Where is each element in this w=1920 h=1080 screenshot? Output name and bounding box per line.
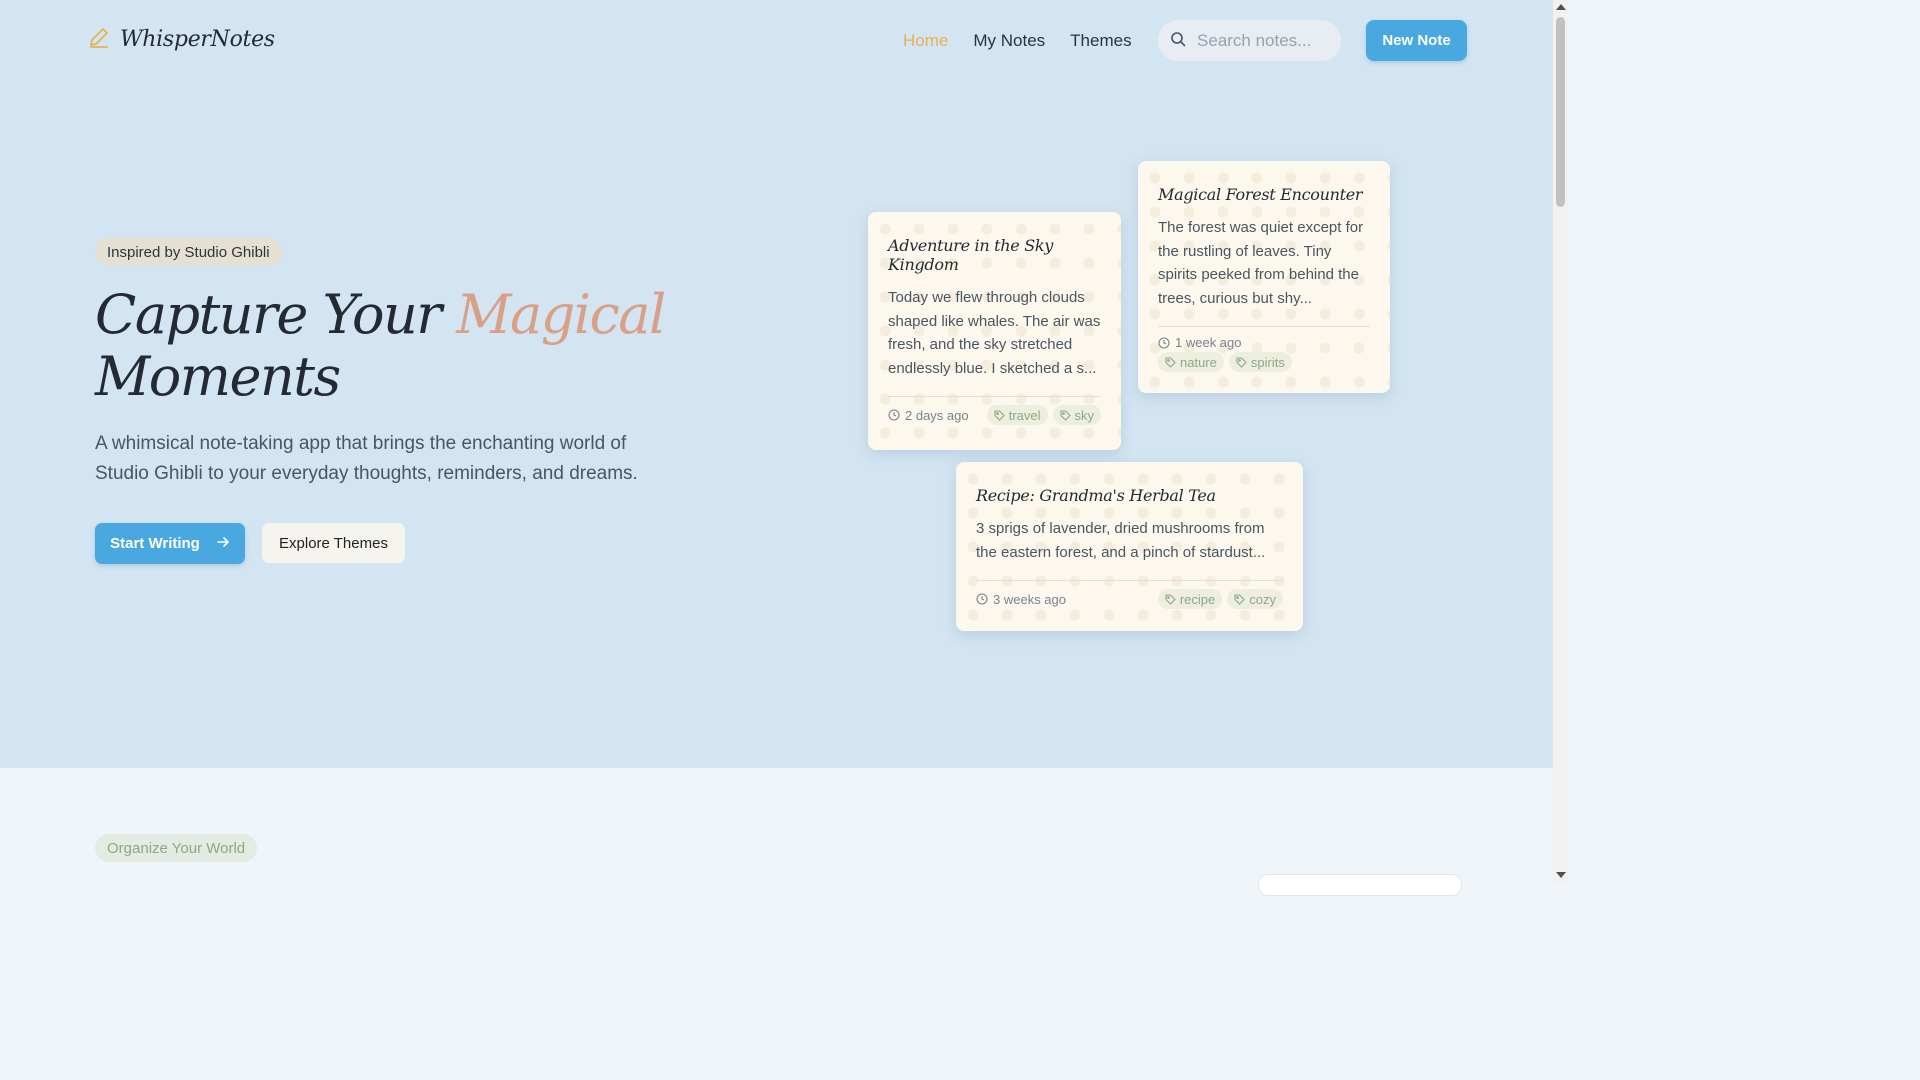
start-writing-button[interactable]: Start Writing (95, 523, 245, 564)
tag-icon (1059, 409, 1071, 421)
note-divider (888, 396, 1101, 397)
new-note-button[interactable]: New Note (1366, 20, 1467, 61)
note-tag[interactable]: spirits (1228, 352, 1292, 372)
note-card[interactable]: Adventure in the Sky Kingdom Today we fl… (868, 212, 1121, 450)
tag-icon (1236, 356, 1247, 368)
headline-text-2: Moments (95, 345, 341, 408)
note-time-text: 2 days ago (905, 407, 969, 423)
logo-text: WhisperNotes (120, 26, 275, 52)
note-tag[interactable]: nature (1158, 352, 1224, 372)
scroll-down-arrow-icon[interactable] (1556, 872, 1566, 878)
headline-accent: Magical (456, 283, 666, 346)
note-tag-label: travel (1008, 407, 1041, 423)
scroll-up-arrow-icon[interactable] (1556, 4, 1566, 10)
note-tags: nature spirits (1158, 352, 1370, 372)
inspired-badge: Inspired by Studio Ghibli (95, 238, 282, 266)
start-writing-label: Start Writing (110, 535, 200, 552)
note-time: 2 days ago (888, 408, 969, 423)
nav-home[interactable]: Home (903, 31, 948, 51)
clock-icon (1158, 336, 1170, 349)
note-body: The forest was quiet except for the rust… (1158, 219, 1364, 307)
clock-icon (976, 593, 988, 605)
note-time: 3 weeks ago (976, 592, 1066, 607)
note-card[interactable]: Magical Forest Encounter The forest was … (1138, 161, 1390, 393)
nav-themes[interactable]: Themes (1070, 31, 1131, 51)
hero-headline: Capture Your Magical Moments (95, 284, 715, 408)
note-meta: 1 week ago nature spirits (1158, 335, 1370, 372)
note-meta: 3 weeks ago recipe cozy (976, 589, 1283, 609)
main-nav: Home My Notes Themes (903, 20, 1157, 61)
note-tag[interactable]: sky (1052, 405, 1101, 425)
scrollbar-thumb[interactable] (1556, 17, 1565, 207)
search-icon (1170, 31, 1186, 51)
note-tags: recipe cozy (1157, 589, 1283, 609)
note-tag[interactable]: cozy (1227, 589, 1283, 609)
note-meta: 2 days ago travel sky (888, 405, 1101, 425)
tag-icon (1234, 593, 1246, 605)
search-box[interactable] (1158, 20, 1341, 61)
note-tags: travel sky (986, 405, 1101, 425)
note-tag[interactable]: recipe (1157, 589, 1223, 609)
feature-card-peek (1258, 874, 1462, 896)
note-divider (1158, 326, 1370, 327)
pencil-icon (88, 26, 110, 52)
note-time-text: 1 week ago (1175, 335, 1242, 350)
tag-icon (1165, 593, 1176, 605)
note-card[interactable]: Recipe: Grandma's Herbal Tea 3 sprigs of… (956, 462, 1303, 631)
arrow-right-icon (216, 535, 230, 553)
nav-my-notes[interactable]: My Notes (973, 31, 1045, 51)
note-title: Recipe: Grandma's Herbal Tea (976, 486, 1216, 505)
note-title: Magical Forest Encounter (1158, 185, 1363, 204)
scrollbar[interactable] (1553, 0, 1568, 882)
headline-text: Capture Your (95, 283, 457, 346)
hero-subtitle: A whimsical note-taking app that brings … (95, 433, 638, 484)
section-badge: Organize Your World (95, 834, 258, 862)
note-tag-label: nature (1180, 354, 1217, 370)
note-tag-label: sky (1074, 407, 1095, 423)
note-time: 1 week ago (1158, 335, 1370, 350)
note-tag-label: cozy (1249, 591, 1276, 607)
tag-icon (1165, 356, 1176, 368)
clock-icon (888, 409, 900, 421)
note-tag-label: spirits (1250, 354, 1285, 370)
note-divider (976, 580, 1283, 581)
note-body: Today we flew through clouds shaped like… (888, 289, 1101, 377)
note-tag-label: recipe (1179, 591, 1216, 607)
note-time-text: 3 weeks ago (993, 591, 1066, 607)
tag-icon (994, 409, 1005, 421)
logo[interactable]: WhisperNotes (88, 26, 275, 52)
note-tag[interactable]: travel (986, 405, 1048, 425)
features-section (0, 768, 1553, 882)
note-title: Adventure in the Sky Kingdom (888, 236, 1054, 274)
search-input[interactable] (1195, 29, 1329, 52)
explore-themes-button[interactable]: Explore Themes (262, 523, 405, 563)
note-body: 3 sprigs of lavender, dried mushrooms fr… (976, 520, 1266, 561)
